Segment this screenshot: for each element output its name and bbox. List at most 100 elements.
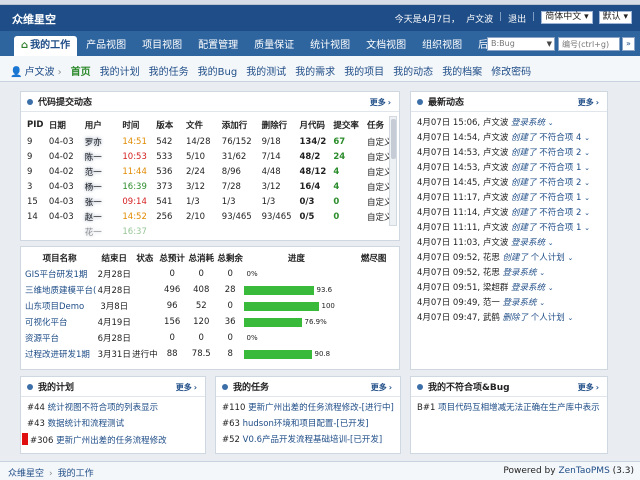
brand-link[interactable]: ZenTaoPMS (558, 466, 609, 476)
scrollbar[interactable] (389, 116, 397, 226)
more-link[interactable]: 更多 › (370, 97, 391, 108)
breadcrumb-home[interactable]: 众维星空 (8, 469, 44, 479)
more-link[interactable]: 更多 › (578, 97, 599, 108)
subnav-my-story[interactable]: 我的需求 (295, 63, 335, 78)
scrollbar-thumb[interactable] (391, 119, 396, 159)
dynamic-object-num[interactable]: 2 (576, 208, 584, 218)
tab-product[interactable]: 产品视图 (79, 36, 133, 56)
dynamic-user: 卢文波 (482, 118, 512, 128)
dynamic-object-num[interactable]: 2 (576, 178, 584, 188)
cell-burndown[interactable] (348, 314, 399, 330)
project-name-link[interactable]: GIS平台研发1期 (23, 266, 96, 282)
progress-fill (244, 301, 320, 311)
tab-project[interactable]: 项目视图 (135, 36, 189, 56)
item-link[interactable]: 更新广州出差的任务流程修改 (56, 436, 167, 446)
dynamic-time: 4月07日 14:54, (417, 133, 483, 143)
cell-burndown[interactable] (348, 346, 399, 362)
dynamic-object-link[interactable]: 不符合项 (539, 163, 576, 173)
dynamic-object-link[interactable]: 不符合项 (539, 148, 576, 158)
table-row[interactable]: 可视化平台 4月19日 156 120 36 76.9% (23, 314, 399, 330)
more-link[interactable]: 更多 › (176, 382, 197, 393)
project-name-link[interactable]: 山东项目Demo (23, 298, 96, 314)
subnav-my-plan[interactable]: 我的计划 (100, 63, 140, 78)
dynamic-object-link[interactable]: 不符合项 (539, 193, 576, 203)
subnav-my-dynamic[interactable]: 我的动态 (393, 63, 433, 78)
list-item[interactable]: #306 更新广州出差的任务流程修改 (22, 433, 205, 449)
cell-estimate: 0 (169, 333, 175, 343)
cell-task[interactable] (367, 224, 397, 239)
app-logo[interactable]: 众维星空 (12, 11, 56, 27)
table-row[interactable]: 9 04-03 罗亦 14:51 542 14/28 76/152 9/18 134/2 67 自定… (27, 134, 397, 149)
item-link[interactable]: V0.6产品开发流程基础培训-[已开发] (243, 435, 383, 445)
dynamic-object-link[interactable]: 不符合项 (539, 223, 576, 233)
tab-stats[interactable]: 统计视图 (303, 36, 357, 56)
object-type-select[interactable]: B:Bug ▼ (487, 37, 555, 51)
table-row[interactable]: 3 04-03 杨一 16:39 373 3/12 7/28 3/12 16/4 4 自定义 (27, 179, 397, 194)
list-item[interactable]: #44 统计视图不符合项的列表显示 (27, 401, 205, 417)
dynamic-action: 登录系统 (511, 118, 548, 128)
table-row[interactable]: 花一 16:37 (27, 224, 397, 239)
project-name-link[interactable]: 资源平台 (23, 330, 96, 346)
project-name-link[interactable]: 过程改进研发1期 (23, 346, 96, 362)
list-item[interactable]: B#1 项目代码互相增减无法正确在生产库中表示 (417, 401, 607, 417)
subnav-my-project[interactable]: 我的项目 (344, 63, 384, 78)
list-item[interactable]: #52 V0.6产品开发流程基础培训-[已开发] (222, 433, 400, 449)
dynamic-object-num[interactable]: 1 (576, 193, 584, 203)
table-row[interactable]: 过程改进研发1期 3月31日 进行中 88 78.5 8 90.8 (23, 346, 399, 362)
tab-config[interactable]: 配置管理 (191, 36, 245, 56)
table-row[interactable]: GIS平台研发1期 2月28日 0 0 0 0% (23, 266, 399, 282)
item-link[interactable]: 更新广州出差的任务流程修改-[进行中] (248, 403, 394, 413)
project-name-link[interactable]: 可视化平台 (23, 314, 96, 330)
search-input[interactable] (558, 37, 620, 51)
list-item[interactable]: #110 更新广州出差的任务流程修改-[进行中] (222, 401, 400, 417)
more-link[interactable]: 更多 › (371, 382, 392, 393)
tab-qa[interactable]: 质量保证 (247, 36, 301, 56)
table-row[interactable]: 9 04-02 陈一 10:53 533 5/10 31/62 7/14 48/2 24 自定义 (27, 149, 397, 164)
language-select[interactable]: 简体中文 ▾ (541, 11, 593, 24)
dynamic-object-num[interactable]: 1 (576, 223, 584, 233)
cell-burndown[interactable] (348, 266, 399, 282)
search-button[interactable]: » (622, 37, 635, 51)
table-row[interactable]: 14 04-03 赵一 14:52 256 2/10 93/465 93/465 0/5 0 自定义 (27, 209, 397, 224)
subnav-my-task[interactable]: 我的任务 (149, 63, 189, 78)
tab-docs[interactable]: 文档视图 (359, 36, 413, 56)
more-link[interactable]: 更多 › (578, 382, 599, 393)
dynamic-object-link[interactable]: 不符合项 (539, 178, 576, 188)
cell-burndown[interactable] (348, 298, 399, 314)
list-item[interactable]: #63 hudson环境和项目配置-[已开发] (222, 417, 400, 433)
subnav-my-profile[interactable]: 我的档案 (442, 63, 482, 78)
priority-flag-icon (22, 433, 28, 445)
subnav-my-test[interactable]: 我的测试 (246, 63, 286, 78)
tab-org[interactable]: 组织视图 (415, 36, 469, 56)
cell-burndown[interactable] (348, 282, 399, 298)
table-row[interactable]: 山东项目Demo 3月8日 96 52 0 100 (23, 298, 399, 314)
table-row[interactable]: 资源平台 6月28日 0 0 0 0% (23, 330, 399, 346)
item-link[interactable]: 项目代码互相增减无法正确在生产库中表示 (438, 403, 600, 413)
dynamic-object-link[interactable]: 个人计划 (531, 253, 568, 263)
table-row[interactable]: 三维地质建模平台(4月28日 496 408 28 93.6 (23, 282, 399, 298)
current-user[interactable]: 👤 卢文波 › (10, 63, 62, 78)
subnav-home[interactable]: 首页 (71, 63, 91, 78)
item-link[interactable]: 统计视图不符合项的列表显示 (48, 403, 159, 413)
dynamic-object-num[interactable]: 2 (576, 148, 584, 158)
project-name-link[interactable]: 三维地质建模平台( (23, 282, 96, 298)
logout-link[interactable]: 退出 (508, 12, 526, 25)
dynamic-object-num[interactable]: 4 (576, 133, 584, 143)
breadcrumb-current[interactable]: 我的工作 (58, 469, 94, 479)
item-link[interactable]: 数据统计和流程测试 (48, 419, 125, 429)
table-row[interactable]: 9 04-02 范一 11:44 536 2/24 8/96 4/48 48/12 4 自定义 (27, 164, 397, 179)
item-link[interactable]: hudson环境和项目配置-[已开发] (243, 419, 369, 429)
subnav-my-bug[interactable]: 我的Bug (198, 63, 238, 78)
dynamic-object-link[interactable]: 不符合项 (539, 133, 576, 143)
cell-burndown[interactable] (348, 330, 399, 346)
dynamic-object-num[interactable]: 1 (576, 163, 584, 173)
user-name[interactable]: 卢文波 (466, 12, 493, 25)
tab-my-work[interactable]: ⌂ 我的工作 (14, 36, 78, 56)
theme-select[interactable]: 默认 ▾ (598, 11, 632, 24)
dynamic-user: 卢文波 (482, 178, 512, 188)
list-item[interactable]: #43 数据统计和流程测试 (27, 417, 205, 433)
dynamic-object-link[interactable]: 个人计划 (531, 313, 568, 323)
table-row[interactable]: 15 04-03 张一 09:14 541 1/3 1/3 1/3 0/3 0 自定义 (27, 194, 397, 209)
dynamic-object-link[interactable]: 不符合项 (539, 208, 576, 218)
subnav-change-password[interactable]: 修改密码 (491, 63, 531, 78)
